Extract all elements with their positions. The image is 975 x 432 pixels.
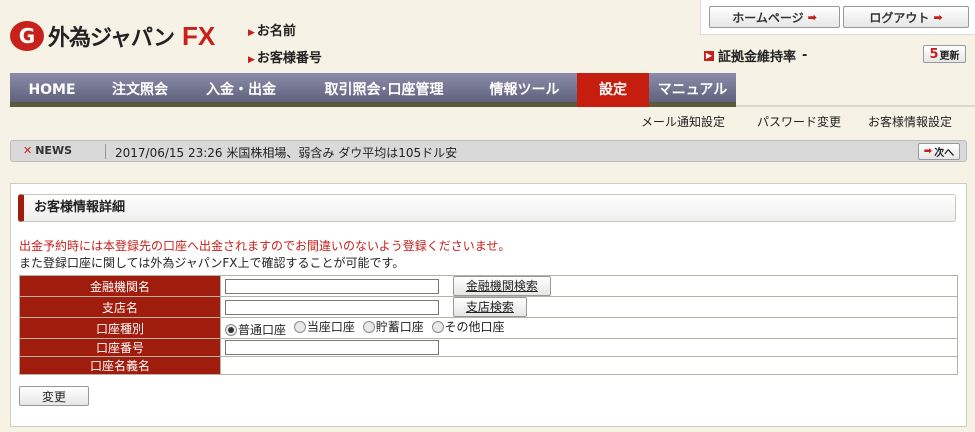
subnav-customer-info[interactable]: お客様情報設定 (868, 113, 952, 129)
subnav-password-change[interactable]: パスワード変更 (757, 113, 841, 129)
arrow-right-icon: ➡ (923, 146, 933, 157)
radio-other[interactable]: その他口座 (431, 318, 505, 335)
news-next-button[interactable]: ➡ 次へ (918, 143, 960, 160)
top-buttons: ホームページ ➡ ログアウト ➡ (700, 0, 975, 35)
logo-fx: FX (182, 20, 216, 51)
form-row: 口座名義名 (19, 356, 958, 375)
bank-account-form: 金融機関名 金融機関検索 支店名 支店検索 口座種別 普通口座 当座口座 貯蓄口… (19, 275, 958, 375)
nav-settings[interactable]: 設定 (577, 73, 649, 107)
nav-deposit-withdraw[interactable]: 入金・出金 (186, 73, 296, 107)
account-number-input[interactable] (225, 340, 439, 355)
arrow-right-icon: ➡ (807, 10, 817, 24)
section-title: お客様情報詳細 (18, 194, 956, 222)
subnav-mail-settings[interactable]: メール通知設定 (641, 113, 725, 129)
radio-icon (362, 320, 375, 333)
note-message: また登録口座に関しては外為ジャパンFX上で確認することが可能です。 (19, 256, 405, 270)
branch-name-input[interactable] (225, 299, 439, 315)
logout-button[interactable]: ログアウト ➡ (843, 6, 969, 28)
form-row: 口座番号 (19, 338, 958, 357)
form-row: 支店名 支店検索 (19, 296, 958, 318)
radio-icon (293, 320, 306, 333)
account-holder-value (220, 356, 958, 375)
arrow-right-icon: ➡ (933, 10, 943, 24)
main-nav: HOME 注文照会 入金・出金 取引照会･口座管理 情報ツール 設定 マニュアル (10, 73, 736, 107)
square-bullet-icon: ▶ (704, 50, 714, 61)
logo-name: 外為ジャパン (48, 26, 175, 51)
branch-name-label: 支店名 (19, 296, 221, 318)
radio-checked-icon (225, 323, 237, 336)
homepage-button[interactable]: ホームページ ➡ (709, 6, 840, 28)
radio-current[interactable]: 当座口座 (293, 318, 355, 335)
form-row: 口座種別 普通口座 当座口座 貯蓄口座 その他口座 (19, 317, 958, 339)
bank-name-label: 金融機関名 (19, 275, 221, 297)
nav-divider (736, 105, 975, 107)
content-panel: お客様情報詳細 出金予約時には本登録先の口座へ出金されますのでお間違いのないよう… (10, 183, 967, 427)
warning-message: 出金予約時には本登録先の口座へ出金されますのでお間違いのないよう登録くださいませ… (19, 239, 511, 253)
logo-mark-icon: G (10, 21, 44, 51)
nav-info-tools[interactable]: 情報ツール (472, 73, 577, 107)
branch-search-button[interactable]: 支店検索 (452, 297, 527, 317)
account-number-label: 口座番号 (19, 338, 221, 357)
news-label: ✕ NEWS (23, 144, 72, 157)
bank-search-button[interactable]: 金融機関検索 (452, 276, 551, 296)
news-bar: ✕ NEWS 2017/06/15 23:26 米国株相場、弱含み ダウ平均は10… (10, 140, 967, 162)
nav-trade-history[interactable]: 取引照会･口座管理 (296, 73, 472, 107)
news-divider (105, 144, 106, 159)
radio-ordinary[interactable]: 普通口座 (225, 321, 286, 338)
account-type-label: 口座種別 (19, 317, 221, 339)
bank-name-input[interactable] (225, 278, 439, 294)
change-button[interactable]: 変更 (19, 386, 89, 406)
news-headline[interactable]: 2017/06/15 23:26 米国株相場、弱含み ダウ平均は105ドル安 (115, 144, 457, 161)
radio-savings[interactable]: 貯蓄口座 (362, 318, 424, 335)
account-number: ▶ お客様番号 (248, 51, 322, 66)
triangle-right-icon: ▶ (248, 28, 255, 38)
nav-orders[interactable]: 注文照会 (94, 73, 186, 107)
nav-home[interactable]: HOME (10, 73, 94, 107)
form-row: 金融機関名 金融機関検索 (19, 275, 958, 297)
refresh-button[interactable]: 5 更新 (923, 45, 966, 63)
logo: G 外為ジャパン FX (10, 20, 215, 52)
account-holder-label: 口座名義名 (19, 356, 221, 375)
radio-icon (431, 320, 444, 333)
margin-rate: ▶ 証拠金維持率 - (704, 48, 808, 65)
nav-manual[interactable]: マニュアル (649, 73, 736, 107)
news-marker-icon: ✕ (23, 144, 33, 157)
triangle-right-icon: ▶ (248, 55, 255, 65)
account-name: ▶ お名前 (248, 24, 296, 39)
